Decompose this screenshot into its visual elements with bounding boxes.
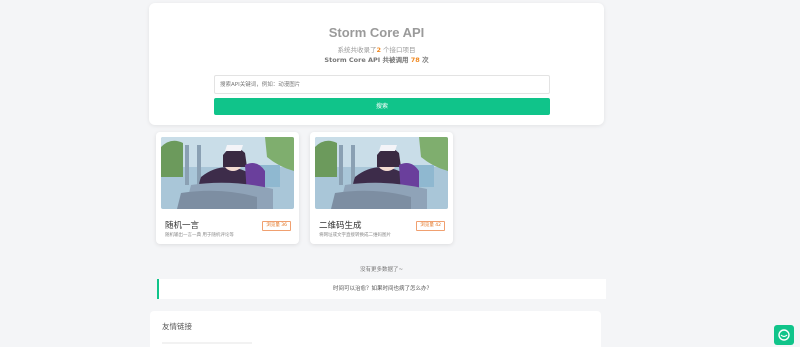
call-count-prefix: Storm Core API 共被调用 xyxy=(324,56,409,64)
quote-notice: 时间可以治愈？如果时间也病了怎么办？ xyxy=(157,279,606,299)
search-button[interactable]: 搜索 xyxy=(214,98,550,115)
api-count-prefix: 系统共收录了 xyxy=(337,46,377,54)
api-count: 2 xyxy=(376,46,381,54)
page-title: Storm Core API xyxy=(328,25,425,40)
friend-links-panel: 友情链接 xyxy=(150,311,601,347)
api-card-random-quote[interactable]: 随机一言 随机输出一言一典 用于随机评论等 浏览量 36 xyxy=(156,132,299,244)
search-input[interactable] xyxy=(214,75,550,94)
card-thumbnail xyxy=(315,137,448,209)
float-chat-button[interactable] xyxy=(774,325,794,345)
views-badge: 浏览量 36 xyxy=(262,221,291,231)
card-description: 将网址或文字直接转换成二维码图片 xyxy=(319,233,391,238)
api-card-qr-code[interactable]: 二维码生成 将网址或文字直接转换成二维码图片 浏览量 42 xyxy=(310,132,453,244)
views-badge: 浏览量 42 xyxy=(416,221,445,231)
card-title: 随机一言 xyxy=(165,221,200,231)
api-count-suffix: 个接口项目 xyxy=(383,46,416,54)
card-description: 随机输出一言一典 用于随机评论等 xyxy=(165,233,234,238)
chat-icon xyxy=(778,329,790,341)
call-count-line: Storm Core API 共被调用 78 次 xyxy=(149,54,604,64)
friend-links-title: 友情链接 xyxy=(162,322,192,331)
divider xyxy=(162,342,252,344)
card-thumbnail xyxy=(161,137,294,209)
card-title: 二维码生成 xyxy=(319,221,362,231)
call-count-suffix: 次 xyxy=(422,56,429,64)
api-count-line: 系统共收录了2 个接口项目 xyxy=(149,44,604,54)
call-count: 78 xyxy=(410,56,420,64)
no-more-data-text: 没有更多数据了~ xyxy=(359,267,404,273)
